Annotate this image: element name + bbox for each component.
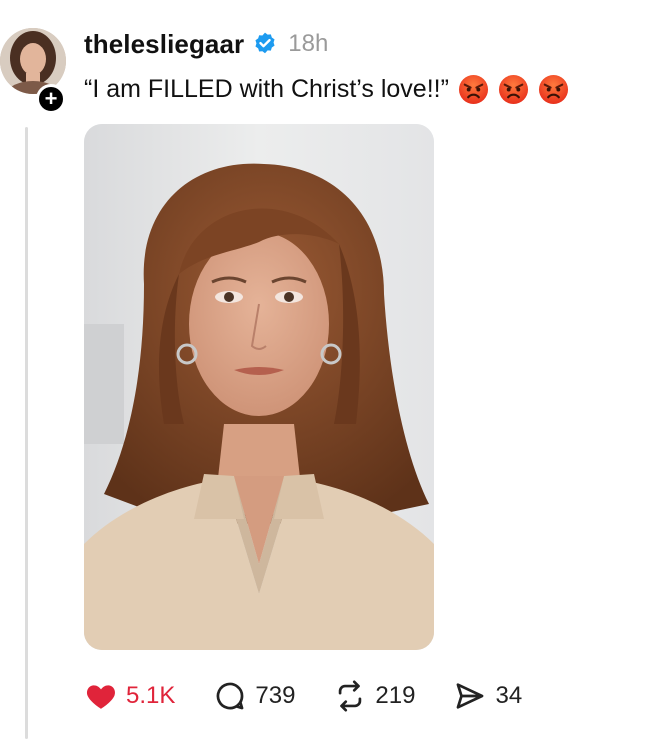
post-quote: “I am FILLED with Christ’s love!!” [84,74,449,103]
repost-count: 219 [375,682,416,709]
angry-face-icon [458,74,488,104]
reply-count: 739 [255,682,296,709]
timestamp: 18h [288,30,329,57]
share-button[interactable]: 34 [453,679,522,713]
thread-line [25,127,28,739]
plus-icon: + [44,86,58,111]
verified-badge-icon [255,32,275,54]
share-count: 34 [495,682,523,709]
heart-icon [87,685,115,709]
post-header: thelesliegaar 18h [84,28,328,60]
action-bar: 5.1K 739 219 34 [84,676,560,716]
like-count: 5.1K [126,682,176,709]
follow-button[interactable]: + [36,84,66,114]
post-image[interactable] [84,124,434,650]
like-button[interactable]: 5.1K [84,679,175,713]
portrait-photo [84,124,434,650]
send-icon [457,683,484,709]
angry-face-icon [498,74,528,104]
author-avatar-container[interactable]: + [0,28,68,114]
angry-face-icon [538,74,568,104]
repost-button[interactable]: 219 [333,679,415,713]
username[interactable]: thelesliegaar [84,29,244,60]
post-text: “I am FILLED with Christ’s love!!” [84,72,569,106]
comment-icon [217,682,244,710]
reply-button[interactable]: 739 [213,679,295,713]
repost-icon [339,680,362,712]
